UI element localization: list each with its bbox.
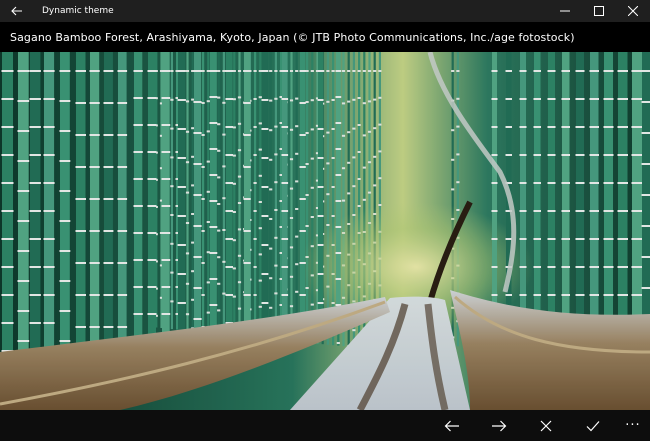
cancel-button[interactable] <box>522 410 569 441</box>
image-caption: Sagano Bamboo Forest, Arashiyama, Kyoto,… <box>10 30 575 44</box>
accept-button[interactable] <box>569 410 616 441</box>
previous-button[interactable] <box>428 410 475 441</box>
next-button[interactable] <box>475 410 522 441</box>
close-button[interactable] <box>616 0 650 22</box>
bamboo-forest-photo <box>0 52 650 410</box>
minimize-button[interactable] <box>548 0 582 22</box>
next-arrow-icon <box>491 420 506 431</box>
back-arrow-icon <box>11 6 22 16</box>
title-bar: Dynamic theme <box>0 0 650 22</box>
image-caption-bar: Sagano Bamboo Forest, Arashiyama, Kyoto,… <box>0 22 650 52</box>
previous-arrow-icon <box>444 420 459 431</box>
bottom-app-bar: ··· <box>0 410 650 441</box>
more-options-button[interactable]: ··· <box>616 410 650 441</box>
maximize-icon <box>594 6 604 16</box>
photo-illustration <box>0 52 650 410</box>
accept-check-icon <box>586 420 599 431</box>
cancel-x-icon <box>540 420 551 431</box>
window-title: Dynamic theme <box>42 6 114 16</box>
back-button[interactable] <box>0 0 34 22</box>
maximize-button[interactable] <box>582 0 616 22</box>
close-icon <box>628 6 638 16</box>
window-controls <box>548 0 650 22</box>
minimize-icon <box>560 10 570 12</box>
